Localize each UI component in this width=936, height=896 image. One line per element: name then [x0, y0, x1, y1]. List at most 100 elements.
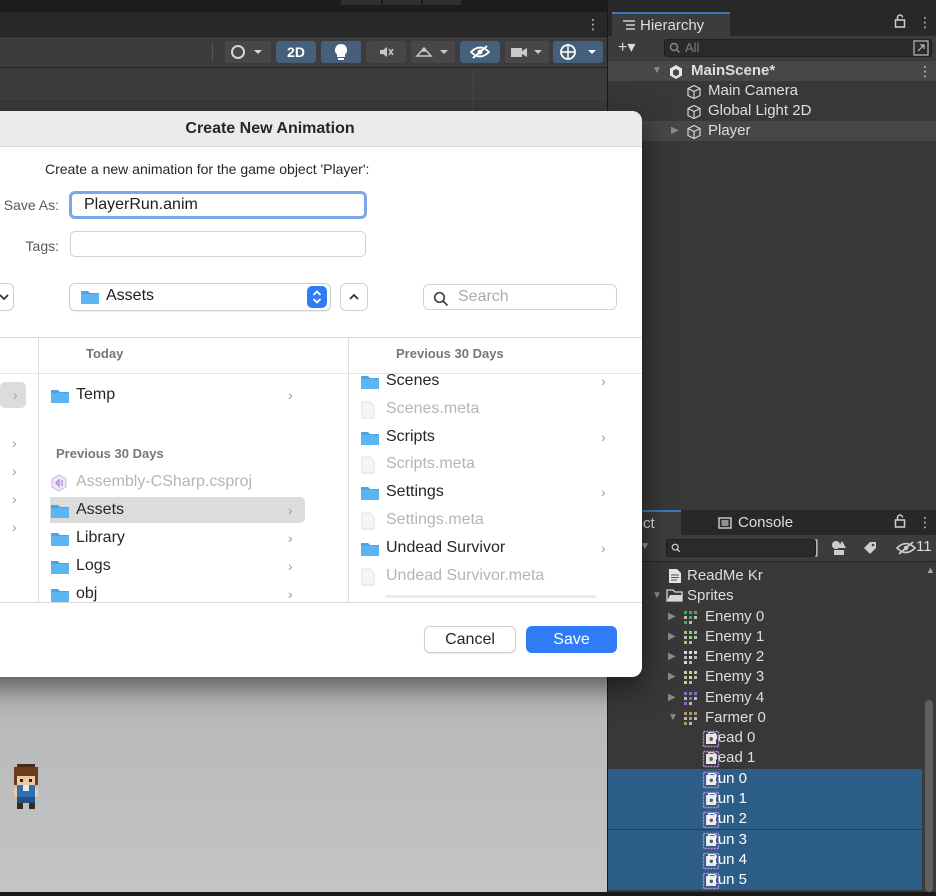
file-row[interactable]: Scenes › — [360, 368, 615, 394]
tab-hierarchy[interactable]: Hierarchy — [612, 12, 730, 36]
tags-input[interactable] — [70, 231, 366, 257]
project-item[interactable]: ▶ Enemy 3 — [608, 667, 922, 687]
scene-visibility-toggle[interactable] — [460, 41, 500, 63]
project-sprite-item[interactable]: Run 3 — [608, 829, 922, 850]
eye-hidden-icon — [469, 45, 491, 59]
gizmo-globe-icon — [560, 44, 596, 60]
save-button[interactable]: Save — [526, 626, 617, 653]
location-popup[interactable]: Assets — [69, 283, 331, 311]
project-sprite-item[interactable]: Run 1 — [608, 788, 922, 809]
project-item[interactable]: ▶ Enemy 1 — [608, 627, 922, 647]
column-divider — [348, 338, 349, 602]
file-row[interactable]: Scenes.meta — [360, 396, 615, 422]
chevron-down-icon[interactable]: ▼ — [668, 708, 678, 728]
file-row[interactable]: Assembly-CSharp.csproj — [50, 469, 302, 495]
toggle-2d-button[interactable]: 2D — [276, 41, 316, 63]
unity-scene-icon — [670, 65, 682, 79]
chevron-right-icon[interactable]: ▶ — [668, 607, 676, 627]
lock-icon[interactable] — [894, 514, 906, 528]
project-item[interactable]: ▶ Enemy 4 — [608, 688, 922, 708]
hierarchy-menu-kebab[interactable]: ⋮ — [918, 15, 932, 29]
chevron-right-icon[interactable]: ▶ — [668, 688, 676, 708]
file-column-assets-parent: Temp › Previous 30 Days Assembly-CSharp.csp… — [50, 338, 338, 602]
hierarchy-tabbar: Hierarchy ⋮ — [608, 0, 936, 36]
lighting-toggle-button[interactable] — [321, 41, 361, 63]
chevron-right-icon[interactable]: ▶ — [671, 121, 679, 141]
project-sprite-item[interactable]: Run 2 — [608, 809, 922, 830]
project-sprite-item[interactable]: Run 0 — [608, 768, 922, 789]
project-item[interactable]: ▶ Enemy 0 — [608, 607, 922, 627]
scene-menu-kebab[interactable]: ⋮ — [586, 17, 600, 31]
chevron-right-icon[interactable]: ▶ — [668, 667, 676, 687]
project-sprite-item[interactable]: Run 4 — [608, 849, 922, 870]
scene-toolbar: 2D — [0, 37, 607, 68]
project-sprite-item[interactable]: Run 5 — [608, 870, 922, 891]
file-row[interactable]: Scripts › — [360, 424, 615, 450]
file-row[interactable]: Settings.meta — [360, 507, 615, 533]
hierarchy-panel: Hierarchy ⋮ +▾ All ▼ MainScene* ⋮ Main C… — [608, 0, 936, 510]
file-row-label: Assembly-CSharp.csproj — [76, 473, 253, 490]
project-item-label: Run 5 — [707, 871, 748, 889]
hierarchy-item[interactable]: Main Camera — [608, 81, 936, 101]
effects-dropdown[interactable] — [411, 41, 455, 63]
chevron-down-icon[interactable]: ▼ — [652, 586, 662, 606]
project-item[interactable]: ▼ Sprites — [608, 586, 922, 606]
file-row[interactable]: obj › — [50, 581, 302, 602]
hierarchy-search-input[interactable]: All — [664, 39, 932, 57]
draw-mode-dropdown[interactable] — [225, 41, 271, 63]
project-item-label: Run 2 — [707, 810, 748, 828]
file-search-input[interactable]: Search — [423, 284, 617, 310]
file-row[interactable]: Library › — [50, 525, 302, 551]
chevron-down-icon[interactable]: ▼ — [652, 61, 662, 81]
file-row[interactable]: Undead Survivor.meta — [360, 563, 615, 589]
hierarchy-item[interactable]: Global Light 2D — [608, 101, 936, 121]
project-sprite-item[interactable]: Dead 1 — [608, 748, 922, 768]
gameobject-cube-icon — [687, 104, 701, 120]
file-row[interactable]: Scripts.meta — [360, 451, 615, 477]
file-row-label: Library — [76, 529, 125, 546]
file-row-label: Scenes.meta — [386, 399, 480, 417]
hierarchy-item-player[interactable]: ▶ Player — [608, 121, 936, 141]
file-row[interactable]: Logs › — [50, 553, 302, 579]
tab-console[interactable]: Console — [718, 510, 818, 535]
file-row[interactable]: Temp › — [50, 382, 302, 408]
file-row[interactable]: Settings › — [360, 479, 615, 505]
scroll-up-arrow-icon[interactable]: ▲ — [926, 565, 935, 575]
project-scrollbar-thumb[interactable] — [925, 700, 933, 892]
player-sprite[interactable] — [8, 764, 44, 812]
project-item[interactable]: ReadMe Kr — [608, 566, 922, 586]
hierarchy-scene-row[interactable]: ▼ MainScene* ⋮ — [608, 61, 936, 81]
tags-label: Tags: — [25, 238, 59, 254]
location-stepper[interactable] — [307, 286, 327, 308]
column-divider — [38, 338, 39, 602]
file-row-label: Scenes — [386, 372, 440, 389]
project-sprite-item[interactable]: Dead 0 — [608, 728, 922, 748]
project-menu-kebab[interactable]: ⋮ — [918, 515, 932, 529]
up-down-chevron-icon — [312, 290, 322, 304]
gizmos-dropdown[interactable] — [553, 41, 603, 63]
project-item-label: Enemy 2 — [705, 648, 765, 666]
lock-icon[interactable] — [894, 14, 906, 28]
view-mode-dropdown[interactable] — [0, 283, 14, 311]
hierarchy-add-dropdown[interactable]: +▾ — [618, 37, 635, 57]
scene-view-search-icon[interactable] — [913, 40, 929, 56]
project-item[interactable]: ▼ Farmer 0 — [608, 708, 922, 728]
audio-toggle-button[interactable] — [366, 41, 406, 63]
file-row-partial — [360, 593, 610, 599]
project-item[interactable]: ▶ Enemy 2 — [608, 647, 922, 667]
chevron-right-icon: › — [601, 484, 606, 501]
chevron-right-icon[interactable]: ▶ — [668, 627, 676, 647]
file-row[interactable]: Undead Survivor › — [360, 535, 615, 561]
save-as-input[interactable]: PlayerRun.anim — [69, 191, 367, 219]
file-icon — [360, 568, 376, 595]
hierarchy-item-label: Player — [708, 122, 751, 139]
parent-column-selected-row[interactable]: › — [0, 382, 26, 408]
file-row[interactable]: Assets › — [50, 497, 302, 523]
scene-row-kebab[interactable]: ⋮ — [918, 64, 932, 78]
cancel-button[interactable]: Cancel — [424, 626, 516, 653]
project-item-label: Run 4 — [707, 850, 748, 868]
camera-dropdown[interactable] — [505, 41, 549, 63]
chevron-right-icon[interactable]: ▶ — [668, 647, 676, 667]
collapse-browser-button[interactable] — [340, 283, 368, 311]
dialog-titlebar: Create New Animation — [0, 111, 642, 147]
